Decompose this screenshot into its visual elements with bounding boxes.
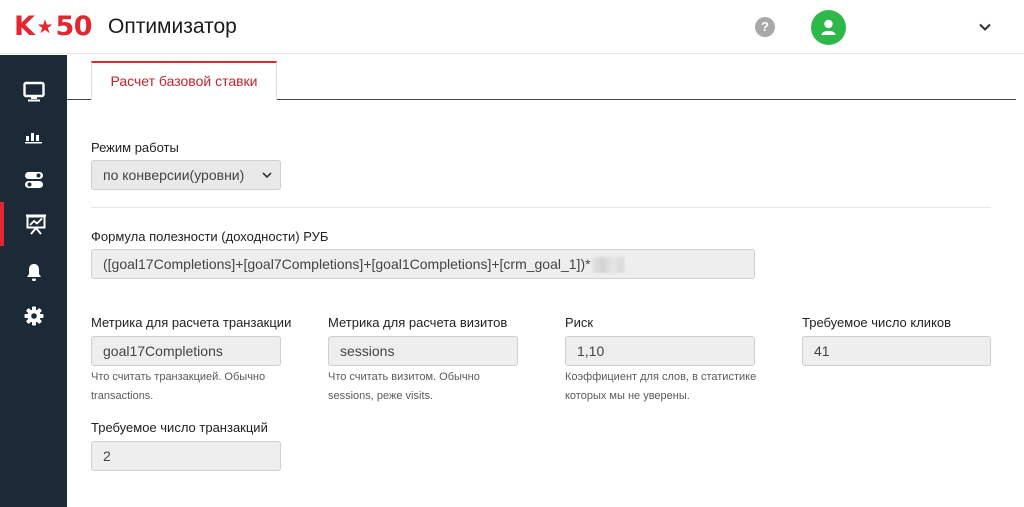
bar-chart-icon	[24, 133, 42, 144]
sidebar-item-settings-toggles[interactable]	[0, 158, 67, 202]
chevron-down-icon[interactable]	[978, 20, 992, 34]
clicks-required-field[interactable]: 41	[802, 336, 991, 366]
toggles-icon	[24, 172, 43, 188]
mode-label: Режим работы	[91, 140, 179, 155]
logo-star-icon: ★	[36, 16, 54, 38]
user-avatar[interactable]	[811, 10, 846, 45]
sidebar-item-optimizer[interactable]	[0, 202, 67, 246]
sidebar-item-settings[interactable]	[0, 294, 67, 338]
risk-hint: Коэффициент для слов, в статистике котор…	[565, 371, 757, 402]
logo-letter: K	[14, 11, 35, 42]
sidebar-item-monitor[interactable]	[0, 70, 67, 114]
transactions-required-label: Требуемое число транзакций	[91, 420, 268, 435]
transaction-metric-label: Метрика для расчета транзакции	[91, 315, 292, 330]
section-divider	[91, 207, 991, 208]
top-bar: K ★ 50 Оптимизатор ?	[0, 0, 1024, 54]
transactions-required-field[interactable]: 2	[91, 441, 281, 471]
mode-select[interactable]: по конверсии(уровни)	[91, 160, 281, 190]
chevron-down-icon	[262, 172, 272, 179]
visit-metric-field[interactable]: sessions	[328, 336, 518, 366]
visit-metric-hint: Что считать визитом. Обычно sessions, ре…	[328, 371, 480, 402]
risk-field[interactable]: 1,10	[565, 336, 755, 366]
app-title: Оптимизатор	[108, 15, 237, 38]
gear-icon	[24, 306, 43, 326]
logo-number: 50	[55, 11, 93, 42]
risk-label: Риск	[565, 315, 594, 330]
help-icon[interactable]: ?	[755, 17, 775, 37]
sidebar-item-notifications[interactable]	[0, 250, 67, 294]
user-icon	[821, 19, 836, 35]
redacted-value	[591, 257, 624, 274]
tab-bar: Расчет базовой ставки	[67, 55, 1016, 101]
visit-metric-label: Метрика для расчета визитов	[328, 315, 508, 330]
tab-base-rate[interactable]: Расчет базовой ставки	[91, 61, 277, 101]
mode-select-value: по конверсии(уровни)	[103, 167, 245, 183]
monitor-icon	[22, 81, 45, 102]
formula-value: ([goal17Completions]+[goal7Completions]+…	[103, 256, 591, 272]
formula-label: Формула полезности (доходности) РУБ	[91, 229, 329, 244]
transaction-metric-field[interactable]: goal17Completions	[91, 336, 281, 366]
logo[interactable]: K ★ 50	[14, 11, 93, 43]
sidebar	[0, 55, 67, 507]
presentation-chart-icon	[25, 214, 46, 235]
sidebar-item-statistics[interactable]	[0, 114, 67, 158]
formula-field[interactable]: ([goal17Completions]+[goal7Completions]+…	[91, 249, 755, 279]
transaction-metric-hint: Что считать транзакцией. Обычно transact…	[91, 371, 266, 402]
bell-icon	[26, 264, 41, 281]
clicks-required-label: Требуемое число кликов	[802, 315, 952, 330]
